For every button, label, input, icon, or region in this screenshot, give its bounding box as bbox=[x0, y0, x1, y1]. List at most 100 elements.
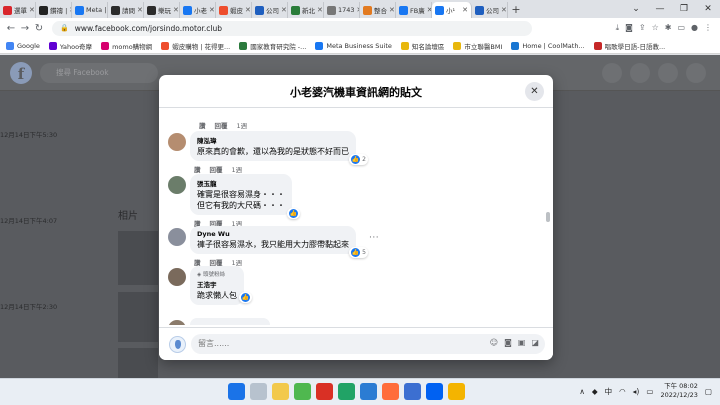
browser-tab[interactable]: 公司 ✕ bbox=[252, 2, 288, 18]
bookmark-item[interactable]: momo購物網 bbox=[101, 41, 152, 51]
notifications-icon[interactable]: ▢ bbox=[705, 387, 712, 396]
download-icon[interactable]: ⤓ bbox=[616, 23, 620, 33]
browser-tab[interactable]: 小¹ ✕ bbox=[432, 2, 472, 18]
browser-tab[interactable]: FB廣 ✕ bbox=[396, 2, 432, 18]
browser-tab[interactable]: 整合 ✕ bbox=[360, 2, 396, 18]
close-tab-icon[interactable]: ✕ bbox=[387, 6, 395, 14]
emoji-icon[interactable]: ☺ bbox=[490, 338, 498, 347]
file-explorer-icon[interactable] bbox=[272, 383, 289, 400]
menu-icon[interactable]: ⋮ bbox=[704, 23, 712, 33]
wifi-icon[interactable]: ◠ bbox=[619, 387, 626, 396]
word-icon[interactable] bbox=[360, 383, 377, 400]
notifications-icon[interactable] bbox=[658, 63, 678, 83]
commenter-name[interactable]: 張玉龍 bbox=[197, 178, 285, 188]
reaction-count[interactable]: 👍 bbox=[239, 292, 252, 303]
browser-tab[interactable]: 鑽禱 |✕ bbox=[36, 2, 72, 18]
app-icon[interactable] bbox=[404, 383, 421, 400]
facebook-logo-icon[interactable]: f bbox=[10, 62, 32, 84]
close-tab-icon[interactable]: ✕ bbox=[460, 6, 468, 14]
sticker-icon[interactable]: ◪ bbox=[531, 338, 539, 347]
bookmark-item[interactable]: 蝦皮購物 | 花得更... bbox=[161, 41, 230, 51]
close-window-button[interactable]: ✕ bbox=[696, 0, 720, 18]
browser-tab[interactable]: 蝦皮 ✕ bbox=[216, 2, 252, 18]
bookmark-item[interactable]: Yahoo奇摩 bbox=[48, 41, 92, 51]
current-user-avatar[interactable] bbox=[169, 336, 186, 353]
like-link[interactable]: 讚 bbox=[194, 164, 201, 174]
menu-grid-icon[interactable] bbox=[602, 63, 622, 83]
clock[interactable]: 下午 08:02 2022/12/23 bbox=[660, 382, 697, 400]
start-menu-icon[interactable] bbox=[228, 383, 245, 400]
volume-icon[interactable]: ◂) bbox=[633, 387, 640, 396]
account-avatar[interactable] bbox=[686, 63, 706, 83]
task-view-icon[interactable] bbox=[250, 383, 267, 400]
commenter-name[interactable]: 陳泓瑋 bbox=[197, 135, 349, 145]
reaction-count[interactable]: 👍 5 bbox=[349, 247, 368, 258]
bookmark-item[interactable]: Meta Business Suite bbox=[315, 41, 392, 50]
messenger-icon[interactable] bbox=[630, 63, 650, 83]
commenter-avatar[interactable] bbox=[168, 176, 186, 194]
opera-icon[interactable] bbox=[316, 383, 333, 400]
excel-icon[interactable] bbox=[338, 383, 355, 400]
ime-indicator[interactable]: 中 bbox=[605, 386, 613, 397]
star-icon[interactable]: ☆ bbox=[652, 23, 659, 33]
commenter-avatar[interactable] bbox=[168, 268, 186, 286]
camera-icon[interactable]: ◙ bbox=[504, 338, 512, 347]
share-icon[interactable]: ⇪ bbox=[639, 23, 646, 33]
close-tab-icon[interactable]: ✕ bbox=[135, 6, 143, 14]
gif-icon[interactable]: ▣ bbox=[518, 338, 526, 347]
sidebar-icon[interactable]: ▭ bbox=[677, 23, 685, 33]
bookmark-item[interactable]: 知名論壇區 bbox=[400, 41, 444, 51]
comment-options-icon[interactable]: ··· bbox=[369, 233, 379, 243]
back-arrow-icon[interactable]: ← bbox=[4, 23, 18, 34]
commenter-name[interactable]: Dyne Wu bbox=[197, 230, 349, 238]
chrome-icon[interactable] bbox=[294, 383, 311, 400]
dropbox-icon[interactable]: ◆ bbox=[592, 387, 598, 396]
bookmark-item[interactable]: 唱歌學日語-日語教... bbox=[593, 41, 665, 51]
like-link[interactable]: 讚 bbox=[199, 120, 206, 130]
close-tab-icon[interactable]: ✕ bbox=[499, 6, 507, 14]
profile-icon[interactable]: ● bbox=[691, 23, 698, 33]
maximize-button[interactable]: ❐ bbox=[672, 0, 696, 18]
browser-tab[interactable]: 新北 ✕ bbox=[288, 2, 324, 18]
tab-search-icon[interactable]: ⌄ bbox=[624, 0, 648, 18]
app-icon[interactable] bbox=[382, 383, 399, 400]
comments-list[interactable]: 讚 回覆 1週 陳泓瑋 原來真的會歉，還以為我的是狀態不好而已 👍 2 讚 回覆 bbox=[159, 109, 553, 325]
browser-tab[interactable]: Meta |✕ bbox=[72, 2, 108, 18]
bookmark-item[interactable]: Google bbox=[6, 41, 40, 50]
bookmark-item[interactable]: 市立聯醫BMI bbox=[453, 41, 502, 51]
camera-icon[interactable]: ◙ bbox=[625, 23, 633, 33]
reaction-count[interactable]: 👍 2 bbox=[349, 154, 368, 165]
close-tab-icon[interactable]: ✕ bbox=[315, 6, 323, 14]
forward-arrow-icon[interactable]: → bbox=[18, 23, 32, 34]
browser-tab[interactable]: 公司 ✕ bbox=[472, 2, 508, 18]
commenter-avatar[interactable] bbox=[168, 320, 186, 325]
commenter-avatar[interactable] bbox=[168, 228, 186, 246]
bookmark-item[interactable]: 國家教育研究院 -... bbox=[239, 41, 306, 51]
browser-tab[interactable]: 小老 ✕ bbox=[180, 2, 216, 18]
reply-link[interactable]: 回覆 bbox=[215, 120, 228, 130]
app-icon[interactable] bbox=[426, 383, 443, 400]
security-icon[interactable] bbox=[448, 383, 465, 400]
close-tab-icon[interactable]: ✕ bbox=[171, 6, 179, 14]
close-tab-icon[interactable]: ✕ bbox=[207, 6, 215, 14]
bookmark-item[interactable]: Home | CoolMath... bbox=[511, 41, 585, 50]
new-tab-button[interactable]: + bbox=[508, 2, 524, 18]
close-tab-icon[interactable]: ✕ bbox=[279, 6, 287, 14]
browser-tab[interactable]: 樂玩 ✕ bbox=[144, 2, 180, 18]
close-tab-icon[interactable]: ✕ bbox=[27, 6, 35, 14]
reload-icon[interactable]: ↻ bbox=[32, 23, 46, 34]
close-dialog-button[interactable]: ✕ bbox=[525, 82, 544, 101]
commenter-name[interactable]: 王浩宇 bbox=[197, 279, 237, 289]
commenter-avatar[interactable] bbox=[168, 133, 186, 151]
facebook-search-input[interactable]: 搜尋 Facebook bbox=[40, 63, 158, 83]
browser-tab[interactable]: 選單 ✕ bbox=[0, 2, 36, 18]
comments-scrollbar[interactable] bbox=[546, 212, 550, 222]
close-tab-icon[interactable]: ✕ bbox=[243, 6, 251, 14]
url-input[interactable]: 🔒 www.facebook.com/jorsindo.motor.club bbox=[52, 20, 532, 36]
reaction-count[interactable]: 👍 bbox=[287, 208, 300, 219]
show-hidden-icons[interactable]: ∧ bbox=[579, 387, 585, 396]
battery-icon[interactable]: ▭ bbox=[646, 387, 653, 396]
extensions-icon[interactable]: ✱ bbox=[665, 23, 672, 33]
browser-tab[interactable]: 1743✕ bbox=[324, 2, 360, 18]
close-tab-icon[interactable]: ✕ bbox=[425, 6, 431, 14]
